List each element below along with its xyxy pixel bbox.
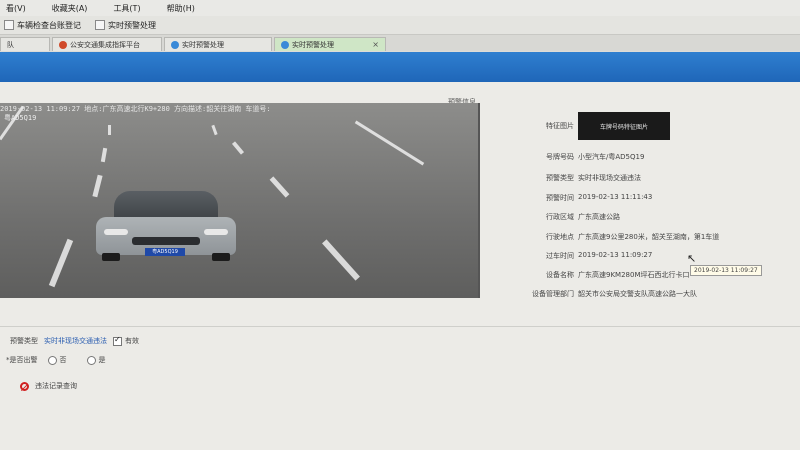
headlight	[204, 229, 228, 235]
device-dept-value: 韶关市公安局交警支队高速公路一大队	[578, 290, 697, 298]
alert-type-label: 预警类型	[546, 174, 574, 182]
dispatch-label: *是否出警	[6, 356, 38, 364]
alert-type-value: 实时非现场交通违法	[578, 174, 641, 182]
menu-view[interactable]: 看(V)	[6, 3, 26, 14]
ie-icon	[171, 40, 179, 49]
tab-label: 实时预警处理	[182, 40, 224, 49]
wheel	[102, 253, 120, 261]
photo-ocr-line: 2019-02-13 11:09:27 地点:广东高速北行K9+280 方向描述…	[0, 105, 271, 113]
plate-image[interactable]: 车牌号码特征图片	[578, 112, 670, 140]
capture-photo[interactable]: 2019-02-13 11:09:27 地点:广东高速北行K9+280 方向描述…	[0, 103, 480, 298]
dispatch-yes-label: 是	[98, 356, 106, 364]
dispatch-no-label: 否	[59, 356, 67, 364]
plate-image-label: 特征图片	[546, 122, 574, 130]
vehicle-check-ledger-button[interactable]: 车辆检查台账登记	[4, 20, 81, 31]
violation-query-label: 违法记录查询	[35, 382, 77, 390]
page-icon	[4, 20, 14, 30]
plate-number-label: 号牌号码	[546, 153, 574, 161]
page-icon	[95, 20, 105, 30]
header-banner	[0, 52, 800, 82]
menu-tools[interactable]: 工具(T)	[113, 3, 140, 14]
lane-marking	[269, 176, 290, 198]
location-value: 广东高速9公里280米，韶关至湖南，第1车道	[578, 233, 720, 241]
close-icon[interactable]: ×	[372, 40, 379, 49]
tab-realtime-alert-active[interactable]: 实时预警处理 ×	[274, 37, 386, 51]
form-type-link[interactable]: 实时非现场交通违法	[44, 336, 107, 346]
pass-time-value: 2019-02-13 11:09:27	[578, 251, 653, 259]
menu-help[interactable]: 帮助(H)	[167, 3, 195, 14]
license-plate: 粤AD5Q19	[145, 248, 185, 256]
dispatch-row: *是否出警 否 是	[6, 355, 106, 365]
tab-label: 实时预警处理	[292, 40, 334, 49]
menu-bar: 看(V) 收藏夹(A) 工具(T) 帮助(H)	[0, 0, 800, 16]
region-value: 广东高速公路	[578, 213, 620, 221]
plate-number-value: 小型汽车/粤AD5Q19	[578, 153, 645, 161]
mouse-cursor-icon: ↖	[687, 252, 697, 265]
realtime-alert-button[interactable]: 实时预警处理	[95, 20, 156, 31]
favorites-toolbar: 车辆检查台账登记 实时预警处理	[0, 16, 800, 35]
realtime-alert-label: 实时预警处理	[108, 20, 156, 30]
valid-label: 有效	[125, 337, 139, 345]
device-name-value: 广东高速9KM280M坪石西北行卡口	[578, 271, 690, 279]
road-edge-line	[354, 120, 425, 166]
alert-type-row: 预警类型 实时非现场交通违法 有效	[10, 335, 139, 346]
lane-marking	[108, 125, 111, 135]
dispatch-yes-radio[interactable]	[86, 355, 96, 365]
dispatch-no-radio[interactable]	[47, 355, 57, 365]
device-name-label: 设备名称	[546, 271, 574, 279]
region-label: 行政区域	[546, 213, 574, 221]
tab-team[interactable]: 队	[0, 37, 50, 51]
location-label: 行驶地点	[546, 233, 574, 241]
vehicle-grill	[132, 237, 200, 245]
time-tooltip: 2019-02-13 11:09:27	[690, 265, 762, 276]
divider	[0, 326, 800, 327]
alert-time-value: 2019-02-13 11:11:43	[578, 193, 653, 201]
prohibited-icon	[20, 381, 29, 391]
device-dept-label: 设备管理部门	[532, 290, 574, 298]
pass-time-label: 过车时间	[546, 252, 574, 260]
lane-marking	[322, 239, 360, 281]
violation-query-row[interactable]: 违法记录查询	[20, 381, 77, 391]
tab-bar: 队 公安交通集成指挥平台 实时预警处理 实时预警处理 ×	[0, 35, 800, 51]
wheel	[212, 253, 230, 261]
alert-time-label: 预警时间	[546, 194, 574, 202]
tab-label: 公安交通集成指挥平台	[70, 40, 140, 49]
lane-marking	[48, 238, 74, 288]
valid-checkbox[interactable]	[113, 335, 122, 346]
vehicle-check-ledger-label: 车辆检查台账登记	[17, 20, 81, 30]
tab-label: 队	[7, 40, 14, 49]
tab-realtime-alert[interactable]: 实时预警处理	[164, 37, 272, 51]
lane-marking	[211, 124, 218, 136]
tab-traffic-platform[interactable]: 公安交通集成指挥平台	[52, 37, 162, 51]
police-badge-icon	[59, 40, 67, 49]
form-type-label: 预警类型	[10, 337, 38, 345]
lane-marking	[231, 141, 245, 155]
lane-marking	[100, 147, 108, 163]
photo-ocr-plate: 粤AD5Q19	[4, 114, 37, 122]
vehicle: 粤AD5Q19	[92, 191, 240, 261]
ie-icon	[281, 40, 289, 49]
headlight	[104, 229, 128, 235]
menu-favorites[interactable]: 收藏夹(A)	[52, 3, 88, 14]
